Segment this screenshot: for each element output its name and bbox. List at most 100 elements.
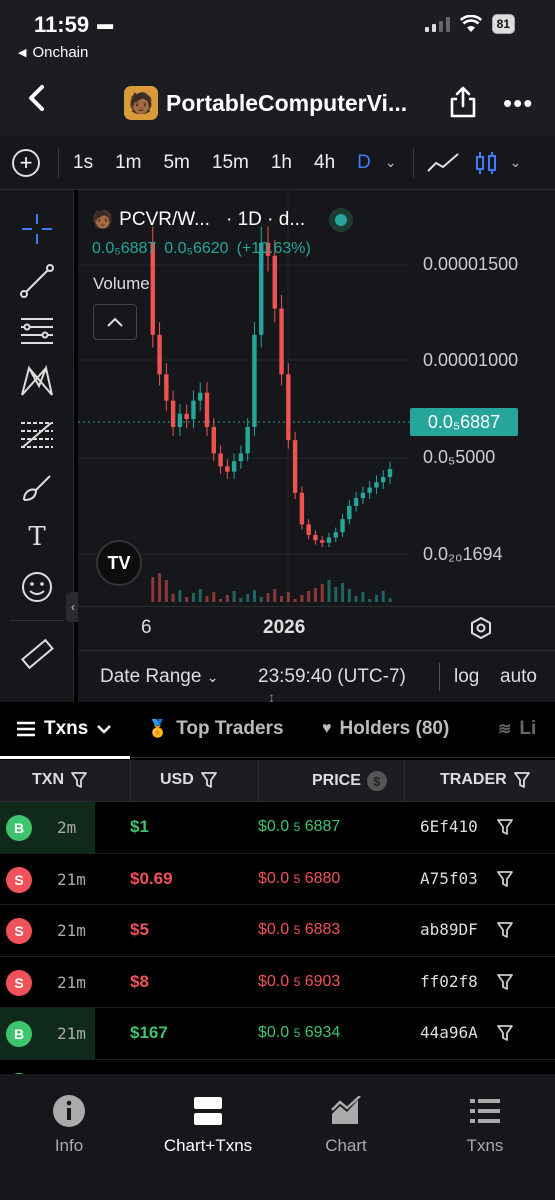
volume-bar <box>320 584 324 602</box>
tab-liquidity[interactable]: ≋ Li <box>498 718 536 740</box>
timeframe-1m[interactable]: 1m <box>115 152 141 174</box>
volume-bar <box>300 595 304 602</box>
pattern-tool-icon[interactable] <box>18 362 56 400</box>
volume-bar <box>273 589 277 602</box>
tab-top-traders[interactable]: 🏅 Top Traders <box>147 718 284 740</box>
tab-txns[interactable]: Txns <box>16 718 112 740</box>
txn-price-subscript: 5 <box>293 974 301 989</box>
table-row-partial[interactable] <box>0 1060 555 1074</box>
info-icon <box>53 1095 85 1127</box>
tab-liquidity-label: Li <box>519 718 537 739</box>
txn-usd: $0.69 <box>130 868 173 888</box>
chevron-left-icon <box>29 85 44 111</box>
timeframe-15m[interactable]: 15m <box>212 152 249 174</box>
timeframe-1h[interactable]: 1h <box>271 152 292 174</box>
emoji-icon[interactable] <box>18 568 56 606</box>
timeframe-D[interactable]: D <box>357 152 371 174</box>
txn-trader[interactable]: ff02f8 <box>420 972 478 991</box>
column-txn[interactable]: TXN <box>32 771 88 789</box>
chevron-down-icon: ⌄ <box>206 669 219 685</box>
txn-trader[interactable]: 6Ef410 <box>420 817 478 836</box>
filter-icon[interactable] <box>496 1024 514 1042</box>
txn-age: 21m <box>57 869 86 889</box>
crosshair-icon[interactable] <box>18 210 56 248</box>
horizontal-lines-icon[interactable] <box>18 312 56 350</box>
tab-holders[interactable]: ♥ Holders (80) <box>322 718 449 740</box>
date-range-label: Date Range <box>100 666 202 687</box>
candle-body <box>374 482 379 488</box>
txn-type-badge: B <box>6 1021 32 1047</box>
live-status-dot <box>329 208 354 232</box>
volume-bar <box>381 591 385 602</box>
nav-chart[interactable]: Chart <box>286 1092 406 1156</box>
txn-price-subscript: 5 <box>293 871 301 886</box>
fib-retracement-icon[interactable] <box>18 416 56 454</box>
nav-chart-txns[interactable]: Chart+Txns <box>148 1092 268 1156</box>
table-row[interactable]: S 21m $0.69 $0.0 5 6880 A75f03 <box>0 854 555 905</box>
volume-bar <box>191 593 195 602</box>
nav-txns[interactable]: Txns <box>425 1092 545 1156</box>
column-price[interactable]: PRICE $ <box>312 771 387 791</box>
chevron-down-icon[interactable]: ⌄ <box>385 154 397 171</box>
magnet-icon[interactable] <box>18 688 56 702</box>
table-row[interactable]: B 2m $1 $0.0 5 6887 6Ef410 <box>0 802 555 854</box>
filter-icon[interactable] <box>496 973 514 991</box>
date-range-dropdown[interactable]: Date Range ⌄ <box>100 666 218 688</box>
trend-line-icon[interactable] <box>18 262 56 300</box>
txn-table-body: B 2m $1 $0.0 5 6887 6Ef410 S 21m $0.69 $0.0 5 68… <box>0 802 555 1074</box>
volume-bar <box>198 589 202 602</box>
candle-body <box>184 413 189 420</box>
filter-icon[interactable] <box>496 818 514 836</box>
share-icon[interactable] <box>448 86 478 118</box>
more-options-icon[interactable]: ••• <box>503 88 533 119</box>
column-usd[interactable]: USD <box>160 771 218 789</box>
table-row[interactable]: S 21m $8 $0.0 5 6903 ff02f8 <box>0 957 555 1008</box>
chart-time: 23:59:40 (UTC-7) <box>258 666 406 687</box>
txn-trader[interactable]: A75f03 <box>420 869 478 888</box>
add-indicator-button[interactable]: + <box>12 148 40 177</box>
collapse-legend-button[interactable] <box>93 304 137 340</box>
column-price-label: PRICE <box>312 772 361 789</box>
brush-icon[interactable] <box>18 468 56 506</box>
token-avatar-small: 🧑🏾 <box>92 210 114 229</box>
table-row[interactable]: S 21m $5 $0.0 5 6883 ab89DF <box>0 905 555 957</box>
volume-bar <box>347 589 351 602</box>
text-tool-icon[interactable]: T <box>18 518 56 556</box>
txn-price-prefix: $0.0 <box>258 818 290 835</box>
filter-icon[interactable] <box>496 870 514 888</box>
candlestick-type-icon[interactable] <box>474 150 498 176</box>
current-price-tag: 0.0₅6887 <box>410 408 518 436</box>
column-trader[interactable]: TRADER <box>440 771 531 789</box>
candle-body <box>225 466 230 472</box>
line-chart-type-icon[interactable] <box>426 151 460 175</box>
candle-body <box>381 476 386 483</box>
wifi-icon <box>459 15 482 32</box>
timeframe-1s[interactable]: 1s <box>73 152 93 174</box>
candle-body <box>238 453 244 462</box>
txn-trader[interactable]: 44a96A <box>420 1023 478 1042</box>
txn-trader[interactable]: ab89DF <box>420 920 478 939</box>
filter-icon[interactable] <box>496 921 514 939</box>
candle-body <box>231 461 237 472</box>
timeframe-5m[interactable]: 5m <box>163 152 189 174</box>
auto-scale-toggle[interactable]: auto <box>500 666 537 688</box>
log-scale-toggle[interactable]: log <box>454 666 479 688</box>
txn-price: $0.0 5 6887 <box>258 818 340 836</box>
nav-chart-label: Chart <box>325 1136 367 1155</box>
txn-usd: $1 <box>130 817 149 836</box>
bottom-nav: Info Chart+Txns Chart Txns <box>0 1074 555 1200</box>
back-button[interactable] <box>26 84 46 118</box>
ruler-icon[interactable] <box>18 636 56 674</box>
chevron-down-icon[interactable]: ⌄ <box>510 154 522 171</box>
back-to-app-link[interactable]: ◀ Onchain <box>18 44 88 61</box>
chart-settings-icon[interactable] <box>470 617 492 639</box>
column-trader-label: TRADER <box>440 771 507 788</box>
cellular-signal-icon <box>424 16 450 32</box>
table-row[interactable]: B 21m $167 $0.0 5 6934 44a96A <box>0 1008 555 1060</box>
price-chart[interactable]: 🧑🏾 PCVR/W... · 1D · d... 0.0₅6887 0.0₅66… <box>78 190 555 606</box>
nav-info[interactable]: Info <box>9 1092 129 1156</box>
x-tick-label: 6 <box>141 617 152 638</box>
timeframe-4h[interactable]: 4h <box>314 152 335 174</box>
candle-body <box>347 505 352 520</box>
txn-price-prefix: $0.0 <box>258 972 290 990</box>
